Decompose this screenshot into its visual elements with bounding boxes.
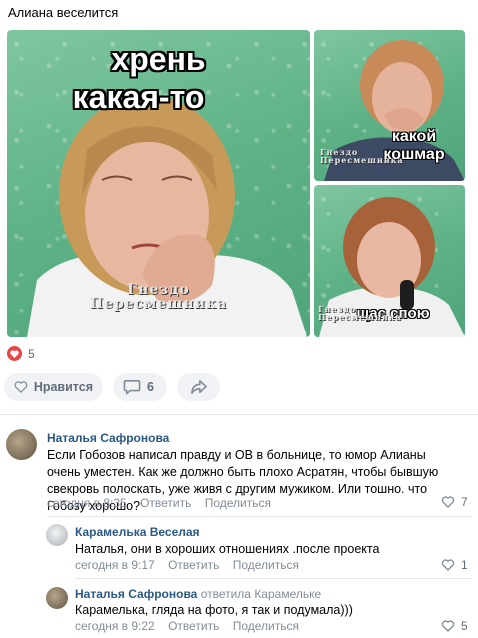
comment-like-count: 7 — [461, 495, 468, 509]
comment-like-button[interactable]: 5 — [441, 619, 468, 633]
post-actions: Нравится 6 — [4, 373, 220, 401]
share-link[interactable]: Поделиться — [233, 558, 299, 572]
avatar[interactable] — [6, 429, 37, 460]
avatar[interactable] — [46, 524, 68, 546]
comment-time[interactable]: сегодня в 8:35 — [47, 496, 127, 510]
comment-author[interactable]: Наталья Сафронова — [47, 431, 169, 445]
reply-button[interactable]: Ответить — [168, 558, 219, 572]
comment-text: Карамелька, гляда на фото, я так и подум… — [75, 603, 353, 617]
avatar[interactable] — [46, 587, 68, 609]
comment-meta: сегодня в 9:22 Ответить Поделиться — [75, 619, 309, 633]
share-link[interactable]: Поделиться — [205, 496, 271, 510]
reactions-count: 5 — [28, 346, 35, 361]
comment-time[interactable]: сегодня в 9:17 — [75, 558, 155, 572]
heart-icon — [7, 346, 22, 361]
comment-icon — [123, 379, 141, 395]
comment-like-button[interactable]: 7 — [441, 495, 468, 509]
divider — [0, 414, 478, 415]
photo-1-caption-line1: хрень — [111, 41, 206, 77]
comments-count: 6 — [147, 380, 154, 394]
comment-time[interactable]: сегодня в 9:22 — [75, 619, 155, 633]
comment-separator — [47, 516, 472, 517]
photo-1[interactable]: хрень какая-то Гнездо Пересмешника — [7, 30, 310, 337]
photo-3-watermark: Гнездо Пересмешника — [318, 304, 402, 322]
heart-outline-icon — [14, 381, 28, 393]
comment-like-count: 1 — [461, 558, 468, 572]
share-icon — [190, 379, 207, 395]
comment-meta: сегодня в 9:17 Ответить Поделиться — [75, 558, 309, 572]
like-button[interactable]: Нравится — [4, 373, 103, 401]
photo-1-caption-line2: какая-то — [72, 79, 205, 115]
comment-separator — [75, 578, 472, 579]
comment-text: Наталья, они в хороших отношениях .после… — [75, 542, 380, 556]
photo-gallery: хрень какая-то Гнездо Пересмешника какой… — [7, 30, 465, 337]
share-link[interactable]: Поделиться — [233, 619, 299, 633]
comment-meta: сегодня в 8:35 Ответить Поделиться — [47, 496, 281, 510]
photo-2-watermark: Гнездо Пересмешника — [320, 147, 404, 165]
comment-like-count: 5 — [461, 619, 468, 633]
heart-outline-icon — [441, 496, 455, 508]
heart-outline-icon — [441, 559, 455, 571]
photo-2[interactable]: какой кошмар Гнездо Пересмешника — [314, 30, 465, 181]
reply-to-label[interactable]: ответила Карамельке — [201, 587, 321, 601]
like-label: Нравится — [33, 380, 93, 394]
post-text: Алиана веселится — [8, 5, 119, 20]
comment-author[interactable]: Карамелька Веселая — [75, 525, 200, 539]
comment-like-button[interactable]: 1 — [441, 558, 468, 572]
comment-author[interactable]: Наталья Сафронова ответила Карамельке — [75, 587, 321, 601]
reply-button[interactable]: Ответить — [140, 496, 191, 510]
reactions-summary[interactable]: 5 — [7, 346, 35, 361]
heart-outline-icon — [441, 620, 455, 632]
photo-3[interactable]: щас спою Гнездо Пересмешника — [314, 185, 465, 337]
share-button[interactable] — [177, 373, 220, 401]
reply-button[interactable]: Ответить — [168, 619, 219, 633]
comment-button[interactable]: 6 — [113, 373, 167, 401]
photo-1-watermark: Гнездо Пересмешника — [89, 282, 228, 312]
